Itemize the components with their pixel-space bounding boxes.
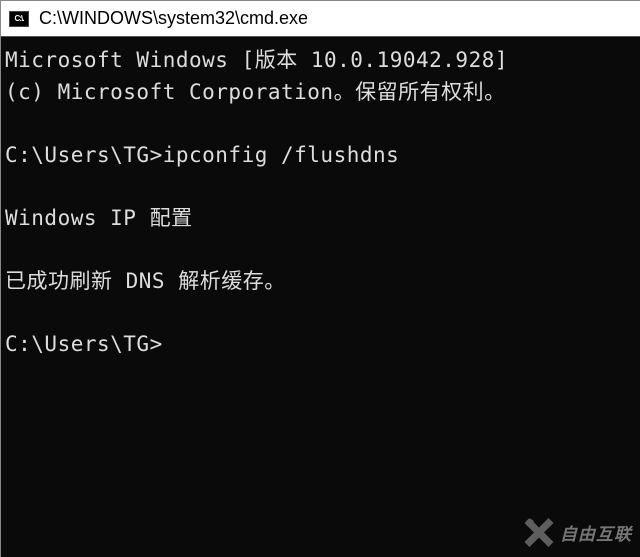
- current-prompt[interactable]: C:\Users\TG>: [5, 329, 636, 361]
- blank-line: [5, 171, 636, 203]
- window-title: C:\WINDOWS\system32\cmd.exe: [39, 8, 308, 29]
- blank-line: [5, 297, 636, 329]
- watermark: 自由互联: [522, 515, 632, 549]
- watermark-x-icon: [522, 515, 556, 549]
- cmd-window: C:\. C:\WINDOWS\system32\cmd.exe Microso…: [0, 0, 640, 557]
- cmd-icon: C:\.: [9, 11, 29, 27]
- command-line: C:\Users\TG>ipconfig /flushdns: [5, 140, 636, 172]
- version-line: Microsoft Windows [版本 10.0.19042.928]: [5, 45, 636, 77]
- titlebar[interactable]: C:\. C:\WINDOWS\system32\cmd.exe: [1, 1, 640, 37]
- watermark-text: 自由互联: [560, 520, 632, 545]
- ip-config-header: Windows IP 配置: [5, 203, 636, 235]
- copyright-line: (c) Microsoft Corporation。保留所有权利。: [5, 77, 636, 109]
- flush-result: 已成功刷新 DNS 解析缓存。: [5, 266, 636, 298]
- terminal-area[interactable]: Microsoft Windows [版本 10.0.19042.928] (c…: [1, 37, 640, 368]
- typed-command: ipconfig /flushdns: [163, 143, 400, 167]
- blank-line: [5, 234, 636, 266]
- prompt: C:\Users\TG>: [5, 143, 163, 167]
- blank-line: [5, 108, 636, 140]
